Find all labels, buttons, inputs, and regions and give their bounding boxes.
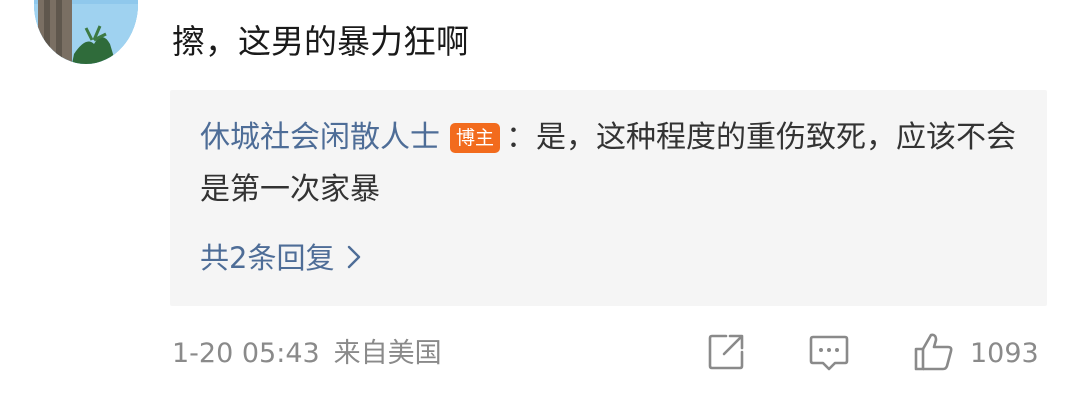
- reply-separator: ：: [506, 120, 537, 155]
- reply-preview[interactable]: 休城社会闲散人士 博主 ：是，这种程度的重伤致死，应该不会是第一次家暴 共2条回复: [170, 90, 1047, 306]
- view-replies-label: 共2条回复: [200, 241, 335, 275]
- comment-meta: 1-20 05:43 来自美国: [172, 334, 442, 374]
- share-icon: [706, 332, 746, 376]
- comment-icon: [808, 331, 850, 377]
- comment-text: 擦，这男的暴力狂啊: [172, 22, 469, 61]
- like-count: 1093: [970, 338, 1039, 369]
- chevron-right-icon: [346, 238, 362, 282]
- comment-button[interactable]: [808, 333, 850, 375]
- like-button[interactable]: 1093: [912, 333, 1039, 375]
- view-replies-link[interactable]: 共2条回复: [200, 236, 362, 282]
- comment-item: 擦，这男的暴力狂啊 休城社会闲散人士 博主 ：是，这种程度的重伤致死，应该不会是第一…: [0, 0, 1080, 404]
- reply-content: 休城社会闲散人士 博主 ：是，这种程度的重伤致死，应该不会是第一次家暴: [200, 112, 1030, 216]
- reply-author-link[interactable]: 休城社会闲散人士: [200, 120, 440, 155]
- author-badge: 博主: [450, 123, 501, 153]
- comment-location: 来自美国: [333, 338, 442, 369]
- share-button[interactable]: [706, 333, 746, 375]
- thumbs-up-icon: [912, 331, 956, 377]
- comment-date: 1-20 05:43: [172, 338, 320, 369]
- avatar[interactable]: [34, 0, 138, 64]
